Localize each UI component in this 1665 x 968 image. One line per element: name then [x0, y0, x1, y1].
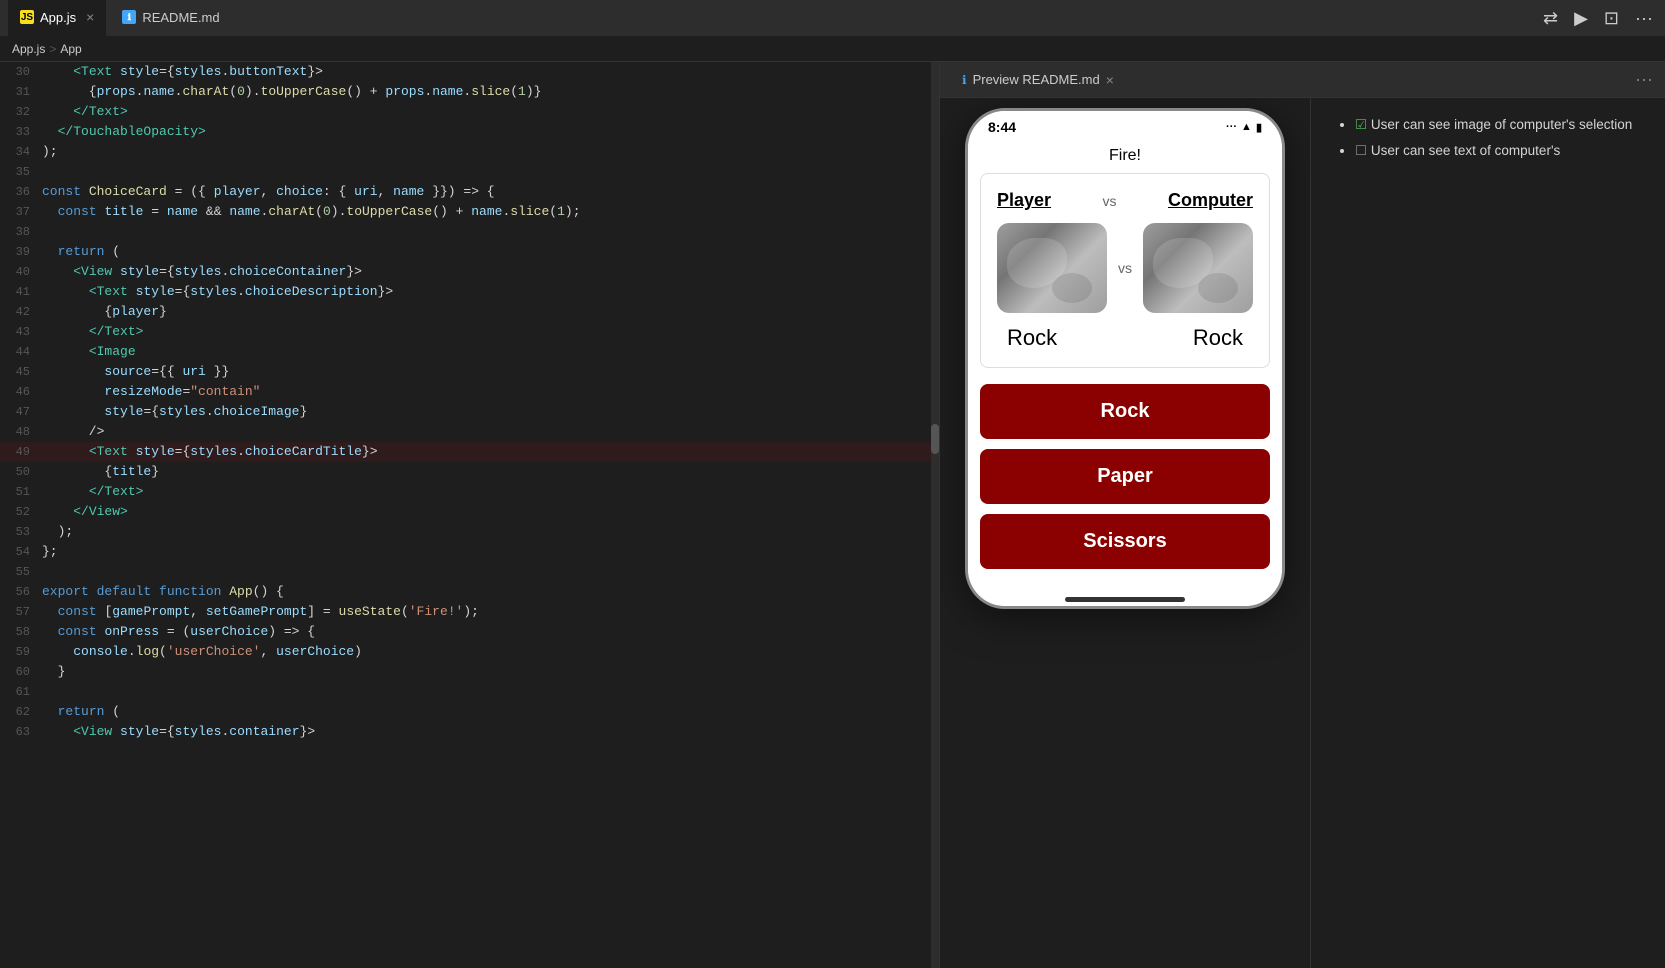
code-line-36: 36 const ChoiceCard = ({ player, choice:… [0, 182, 939, 202]
code-line-32: 32 </Text> [0, 102, 939, 122]
tab-app-js-close[interactable]: × [86, 9, 94, 25]
computer-choice-name: Rock [1193, 325, 1243, 351]
tab-readme-label: README.md [142, 10, 219, 25]
code-line-52: 52 </View> [0, 502, 939, 522]
split-editor-btn[interactable]: ⊡ [1600, 4, 1623, 33]
vs-center: vs [1118, 260, 1132, 276]
code-line-42: 42 {player} [0, 302, 939, 322]
player-rock-image [997, 223, 1107, 313]
computer-label: Computer [1168, 190, 1253, 211]
scrollbar-thumb [931, 424, 939, 454]
code-line-63: 63 <View style={styles.container}> [0, 722, 939, 742]
code-line-53: 53 ); [0, 522, 939, 542]
title-bar: JS App.js × ℹ README.md ⇄ ▶ ⊡ ··· [0, 0, 1665, 36]
code-line-45: 45 source={{ uri }} [0, 362, 939, 382]
code-line-51: 51 </Text> [0, 482, 939, 502]
player-choice-name: Rock [1007, 325, 1057, 351]
code-line-34: 34 ); [0, 142, 939, 162]
phone-status-right: ··· ▲ ▮ [1226, 121, 1262, 134]
phone-home-indicator [968, 589, 1282, 606]
breadcrumb-symbol[interactable]: App [60, 42, 81, 56]
readme-panel: User can see image of computer's selecti… [1310, 98, 1665, 968]
editor-scrollbar[interactable] [931, 62, 939, 968]
code-line-44: 44 <Image [0, 342, 939, 362]
choice-names-row: Rock Rock [997, 325, 1253, 351]
preview-content: 8:44 ··· ▲ ▮ Fire! [940, 98, 1665, 968]
phone-area: 8:44 ··· ▲ ▮ Fire! [940, 98, 1310, 968]
more-actions-btn[interactable]: ··· [1631, 4, 1657, 33]
phone-status-bar: 8:44 ··· ▲ ▮ [968, 111, 1282, 139]
code-line-37: 37 const title = name && name.charAt(0).… [0, 202, 939, 222]
preview-tab-close[interactable]: × [1106, 72, 1114, 88]
right-panel: ℹ Preview README.md × ··· 8:44 ··· ▲ ▮ [940, 62, 1665, 968]
wifi-icon: ▲ [1241, 121, 1252, 133]
tab-app-js[interactable]: JS App.js × [8, 0, 106, 36]
preview-tab-label: Preview README.md [973, 72, 1100, 87]
preview-panel-actions[interactable]: ··· [1635, 69, 1653, 90]
paper-button[interactable]: Paper [980, 449, 1270, 504]
home-bar [1065, 597, 1185, 602]
code-line-46: 46 resizeMode="contain" [0, 382, 939, 402]
preview-tab[interactable]: ℹ Preview README.md × [952, 62, 1124, 98]
readme-list: User can see image of computer's selecti… [1335, 114, 1641, 161]
source-control-btn[interactable]: ⇄ [1539, 4, 1562, 33]
vs-text: vs [1103, 193, 1117, 209]
phone-time: 8:44 [988, 119, 1016, 135]
player-label: Player [997, 190, 1051, 211]
code-line-58: 58 const onPress = (userChoice) => { [0, 622, 939, 642]
code-line-31: 31 {props.name.charAt(0).toUpperCase() +… [0, 82, 939, 102]
phone-mockup: 8:44 ··· ▲ ▮ Fire! [965, 108, 1285, 609]
code-line-39: 39 return ( [0, 242, 939, 262]
code-line-60: 60 } [0, 662, 939, 682]
tab-app-js-label: App.js [40, 10, 76, 25]
code-line-49: 49 <Text style={styles.choiceCardTitle}> [0, 442, 939, 462]
signal-icon: ··· [1226, 121, 1237, 133]
tab-readme-md[interactable]: ℹ README.md [110, 0, 231, 36]
title-bar-actions: ⇄ ▶ ⊡ ··· [1539, 4, 1657, 33]
readme-item-2: User can see text of computer's [1355, 140, 1641, 162]
readme-item-1: User can see image of computer's selecti… [1355, 114, 1641, 136]
readme-item-2-text: User can see text of computer's [1371, 143, 1560, 158]
code-line-30: 30 <Text style={styles.buttonText}> [0, 62, 939, 82]
code-line-47: 47 style={styles.choiceImage} [0, 402, 939, 422]
code-editor[interactable]: 30 <Text style={styles.buttonText}> 31 {… [0, 62, 940, 968]
game-card: Player vs Computer vs Rock [980, 173, 1270, 368]
code-line-50: 50 {title} [0, 462, 939, 482]
breadcrumb-file[interactable]: App.js [12, 42, 45, 56]
code-line-40: 40 <View style={styles.choiceContainer}> [0, 262, 939, 282]
code-line-55: 55 [0, 562, 939, 582]
code-line-56: 56 export default function App() { [0, 582, 939, 602]
code-line-61: 61 [0, 682, 939, 702]
phone-body: Fire! Player vs Computer vs [968, 139, 1282, 589]
code-line-62: 62 return ( [0, 702, 939, 722]
images-row: vs [997, 223, 1253, 313]
run-btn[interactable]: ▶ [1570, 4, 1592, 33]
rock-button[interactable]: Rock [980, 384, 1270, 439]
readme-item-1-text: User can see image of computer's selecti… [1371, 117, 1632, 132]
js-file-icon: JS [20, 10, 34, 24]
computer-rock-image [1143, 223, 1253, 313]
code-line-43: 43 </Text> [0, 322, 939, 342]
code-line-57: 57 const [gamePrompt, setGamePrompt] = u… [0, 602, 939, 622]
code-line-48: 48 /> [0, 422, 939, 442]
code-line-35: 35 [0, 162, 939, 182]
main-content: 30 <Text style={styles.buttonText}> 31 {… [0, 62, 1665, 968]
code-line-33: 33 </TouchableOpacity> [0, 122, 939, 142]
code-lines: 30 <Text style={styles.buttonText}> 31 {… [0, 62, 939, 968]
code-line-38: 38 [0, 222, 939, 242]
code-line-41: 41 <Text style={styles.choiceDescription… [0, 282, 939, 302]
code-line-59: 59 console.log('userChoice', userChoice) [0, 642, 939, 662]
md-file-icon: ℹ [122, 10, 136, 24]
code-line-54: 54 }; [0, 542, 939, 562]
battery-icon: ▮ [1256, 121, 1262, 134]
breadcrumb: App.js > App [0, 36, 1665, 62]
md-icon: ℹ [962, 73, 967, 87]
scissors-button[interactable]: Scissors [980, 514, 1270, 569]
buttons-area: Rock Paper Scissors [968, 368, 1282, 569]
preview-header: ℹ Preview README.md × ··· [940, 62, 1665, 98]
player-vs-row: Player vs Computer [997, 190, 1253, 211]
fire-title: Fire! [968, 139, 1282, 173]
